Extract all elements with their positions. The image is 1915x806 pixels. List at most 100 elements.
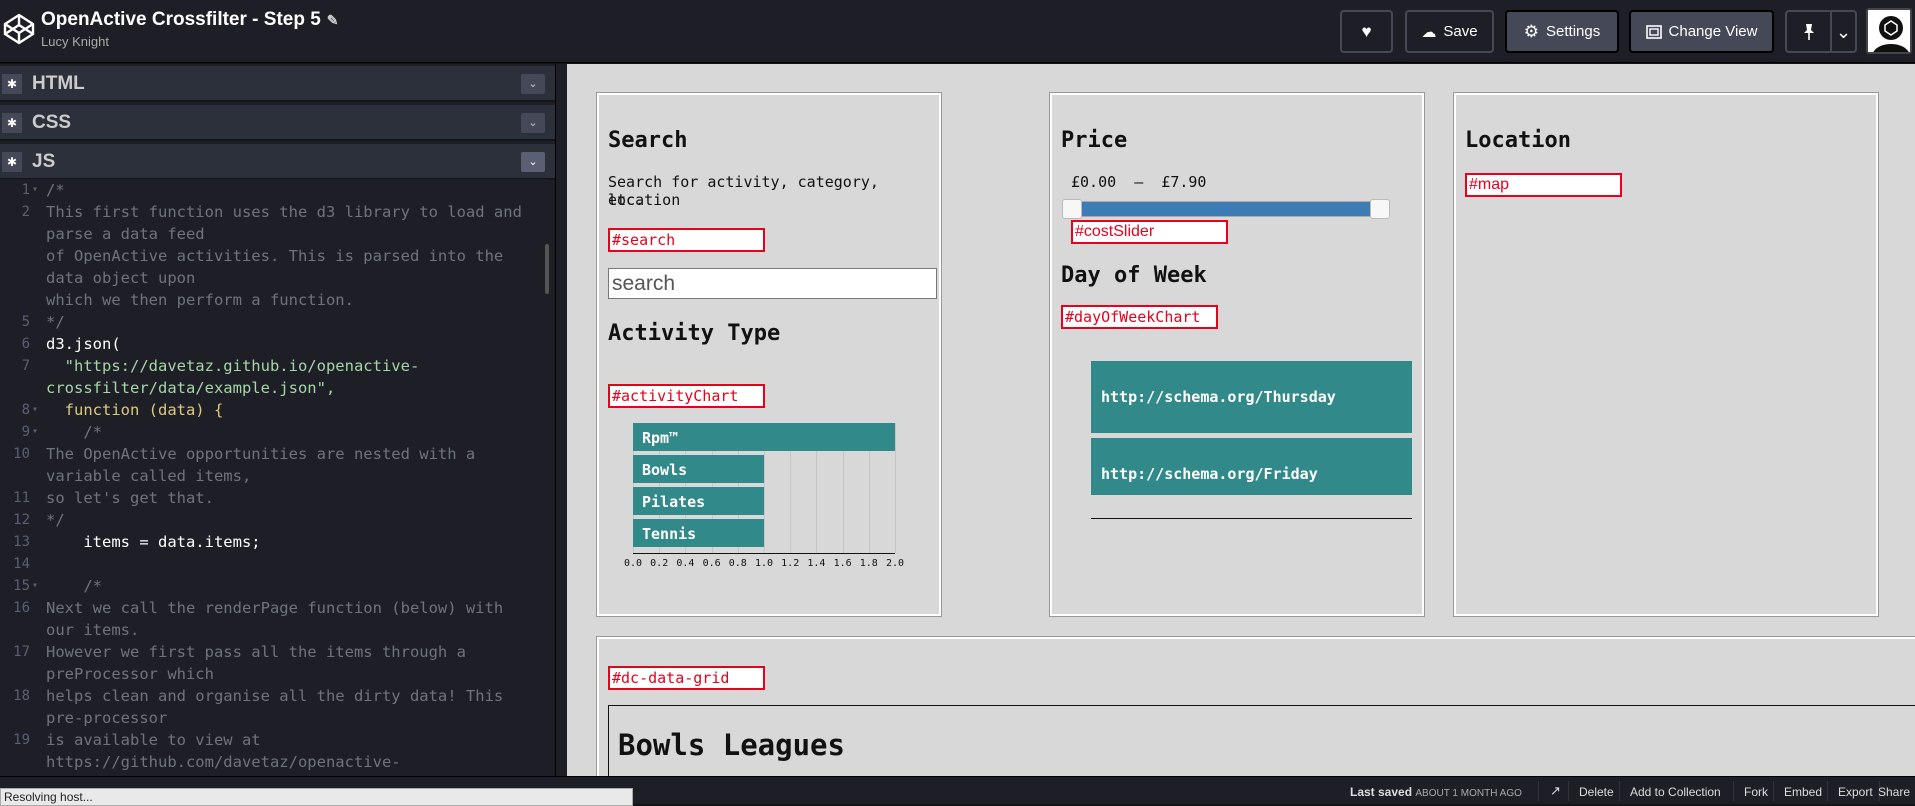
js-collapse-chevron-icon[interactable]: ⌄ (521, 152, 545, 172)
last-saved-label: Last saved (1350, 785, 1413, 799)
code-text: /* (46, 577, 102, 595)
code-line[interactable]: 2 This first function uses the d3 library… (0, 201, 548, 223)
last-saved-text: Last saved ABOUT 1 MONTH AGO (1350, 785, 1522, 799)
fold-arrow-icon[interactable]: ▾ (32, 421, 38, 443)
embed-link[interactable]: Embed (1784, 785, 1822, 799)
code-text: pre-processor (46, 709, 168, 727)
fork-link[interactable]: Fork (1744, 785, 1768, 799)
x-tick-label: 2.0 (885, 558, 905, 569)
line-number: 1 (21, 182, 30, 198)
line-number: 16 (13, 600, 30, 616)
footer-divider (1827, 781, 1828, 801)
x-tick-label: 1.2 (781, 558, 800, 569)
fold-arrow-icon[interactable]: ▾ (32, 179, 38, 201)
code-line[interactable]: parse a data feed (0, 223, 548, 245)
code-line[interactable]: 7 "https://davetaz.github.io/openactive- (0, 355, 548, 377)
activity-bar[interactable]: Bowls (633, 455, 764, 483)
open-external-icon[interactable]: ↗ (1550, 783, 1561, 799)
codepen-logo-icon[interactable] (2, 12, 36, 46)
like-button[interactable]: ♥ (1340, 10, 1393, 53)
pin-dropdown-button[interactable]: ⌄ (1830, 10, 1857, 53)
code-text: Next we call the renderPage function (be… (46, 599, 504, 617)
fold-arrow-icon[interactable]: ▾ (32, 399, 38, 421)
code-line[interactable]: 11 so let's get that. (0, 487, 548, 509)
code-line[interactable]: crossfilter/data/example.json", (0, 377, 548, 399)
css-settings-gear-icon[interactable]: ✱ (2, 113, 22, 133)
cost-slider-max-handle[interactable] (1370, 199, 1390, 219)
line-number: 18 (13, 688, 30, 704)
code-line[interactable]: 6 d3.json( (0, 333, 548, 355)
code-line[interactable]: 19 is available to view at (0, 729, 548, 751)
line-number: 12 (13, 512, 30, 528)
code-line[interactable]: 16 Next we call the renderPage function (… (0, 597, 548, 619)
code-line[interactable]: data object upon (0, 267, 548, 289)
code-text: */ (46, 511, 65, 529)
code-line[interactable]: pre-processor (0, 707, 548, 729)
add-to-collection-link[interactable]: Add to Collection (1630, 785, 1721, 799)
code-line[interactable]: our items. (0, 619, 548, 641)
browser-status-text: Resolving host... (0, 788, 633, 806)
delete-link[interactable]: Delete (1579, 785, 1614, 799)
code-text: /* (46, 423, 102, 441)
change-view-button[interactable]: Change View (1629, 10, 1774, 53)
location-heading: Location (1465, 128, 1571, 153)
code-line[interactable]: 12 */ (0, 509, 548, 531)
day-of-week-bar[interactable]: http://schema.org/Friday (1091, 438, 1412, 495)
footer-divider (1538, 781, 1539, 801)
code-text: function (data) { (46, 401, 224, 419)
pen-author[interactable]: Lucy Knight (41, 34, 109, 49)
pin-button[interactable] (1785, 10, 1831, 53)
pane-resizer[interactable] (555, 64, 567, 776)
fold-arrow-icon[interactable]: ▾ (32, 575, 38, 597)
code-line[interactable]: 18 helps clean and organise all the dirty… (0, 685, 548, 707)
activity-bar[interactable]: Tennis (633, 519, 764, 547)
result-preview: Search Search for activity, category, lo… (567, 64, 1915, 776)
code-line[interactable]: 14 (0, 553, 548, 575)
css-pane-header[interactable]: ✱ CSS ⌄ (0, 105, 555, 141)
code-text: https://github.com/davetaz/openactive- (46, 753, 401, 771)
code-scrollbar[interactable] (545, 244, 549, 294)
user-avatar[interactable] (1866, 8, 1912, 54)
js-settings-gear-icon[interactable]: ✱ (2, 152, 22, 172)
js-pane-header[interactable]: ✱ JS ⌄ (0, 144, 555, 180)
cost-slider-min-handle[interactable] (1062, 199, 1082, 219)
line-number: 13 (13, 534, 30, 550)
share-link[interactable]: Share (1878, 785, 1910, 799)
dow-chart-baseline (1091, 518, 1412, 519)
pen-title[interactable]: OpenActive Crossfilter - Step 5 ✎ (41, 9, 339, 31)
js-code-editor[interactable]: 1 ▾/* 2 This first function uses the d3 lib… (0, 179, 548, 776)
css-collapse-chevron-icon[interactable]: ⌄ (521, 113, 545, 133)
code-line[interactable]: of OpenActive activities. This is parsed… (0, 245, 548, 267)
code-text: "https://davetaz.github.io/openactive- (46, 357, 420, 375)
code-text: helps clean and organise all the dirty d… (46, 687, 504, 705)
export-link[interactable]: Export (1838, 785, 1873, 799)
day-of-week-bar[interactable]: http://schema.org/Thursday (1091, 361, 1412, 433)
price-heading: Price (1061, 128, 1128, 153)
code-line[interactable]: variable called items, (0, 465, 548, 487)
html-collapse-chevron-icon[interactable]: ⌄ (521, 74, 545, 94)
code-line[interactable]: 9 ▾ /* (0, 421, 548, 443)
top-bar: OpenActive Crossfilter - Step 5 ✎ Lucy Kn… (0, 0, 1915, 63)
code-line[interactable]: 1 ▾ /* (0, 179, 548, 201)
code-line[interactable]: 10 The OpenActive opportunities are neste… (0, 443, 548, 465)
line-number: 19 (13, 732, 30, 748)
code-line[interactable]: 15 ▾ /* (0, 575, 548, 597)
code-line[interactable]: which we then perform a function. (0, 289, 548, 311)
edit-title-icon[interactable]: ✎ (327, 12, 339, 28)
code-text: /* (46, 181, 65, 199)
code-line[interactable]: https://github.com/davetaz/openactive- (0, 751, 548, 773)
settings-button[interactable]: ⚙ Settings (1505, 10, 1619, 53)
footer-divider (1733, 781, 1734, 801)
activity-bar[interactable]: Pilates (633, 487, 764, 515)
code-line[interactable]: 8 ▾ function (data) { (0, 399, 548, 421)
cost-slider-track[interactable] (1072, 201, 1382, 217)
html-settings-gear-icon[interactable]: ✱ (2, 74, 22, 94)
code-line[interactable]: 13 items = data.items; (0, 531, 548, 553)
map-id-tag: #map (1465, 173, 1622, 197)
activity-bar[interactable]: Rpm™ (633, 423, 895, 451)
save-button[interactable]: ☁ Save (1405, 10, 1494, 53)
html-pane-header[interactable]: ✱ HTML ⌄ (0, 66, 555, 102)
code-line[interactable]: 5 */ (0, 311, 548, 333)
code-line[interactable]: 17 However we first pass all the items th… (0, 641, 548, 663)
code-line[interactable]: preProcessor which (0, 663, 548, 685)
